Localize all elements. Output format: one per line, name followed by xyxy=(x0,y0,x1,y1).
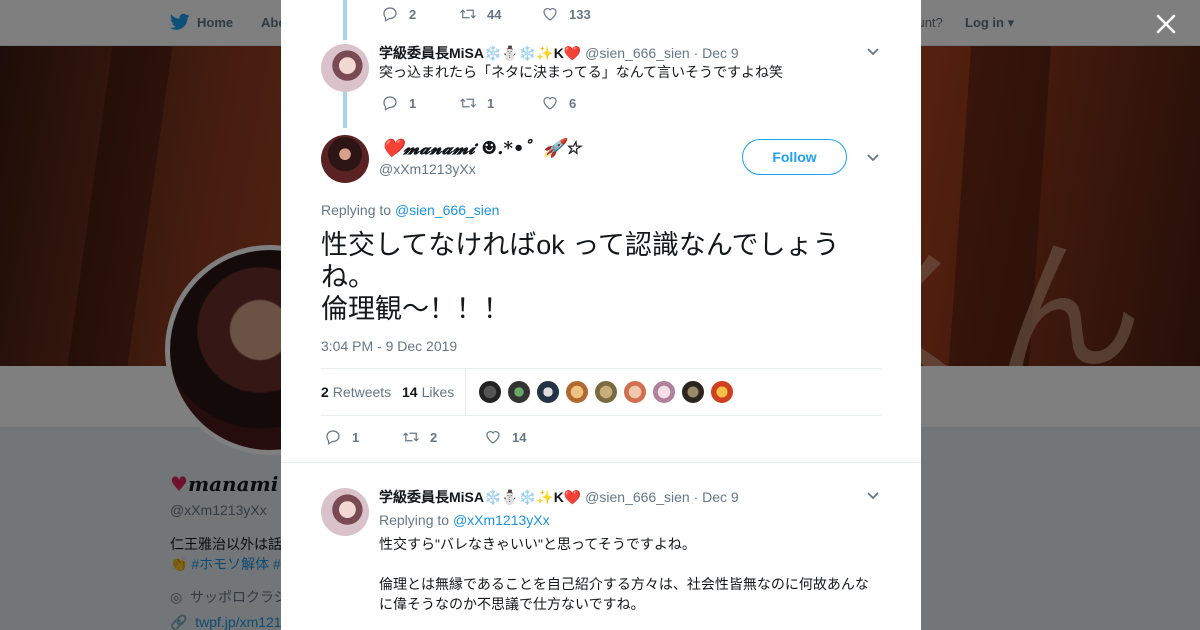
liker-avatar[interactable] xyxy=(565,380,589,404)
main-tweet-actions: 1 2 14 xyxy=(324,428,526,446)
like-button[interactable]: 133 xyxy=(541,5,591,23)
replying-to-link[interactable]: @xXm1213yXx xyxy=(453,512,550,528)
reply1-actions: 1 1 6 xyxy=(381,94,576,112)
like-button[interactable]: 6 xyxy=(541,94,576,112)
retweet-button[interactable]: 2 xyxy=(402,428,484,446)
liker-avatar[interactable] xyxy=(507,380,531,404)
liker-avatar[interactable] xyxy=(652,380,676,404)
like-button[interactable]: 14 xyxy=(484,428,526,446)
main-tweet-text: 性交してなければok って認識なんでしょう ね。 倫理観～！！！ xyxy=(321,230,840,324)
retweet-icon xyxy=(403,432,419,442)
main-author-handle[interactable]: @xXm1213yXx xyxy=(379,161,476,177)
tweet-modal: 2 44 133 学級委員長MiSA❄️⛄❄️✨K❤️ @sien_666_si… xyxy=(281,0,921,630)
reply1-author[interactable]: 学級委員長MiSA❄️⛄❄️✨K❤️ @sien_666_sien · Dec … xyxy=(379,43,739,63)
replying-to: Replying to @xXm1213yXx xyxy=(379,512,550,528)
reply-button[interactable]: 1 xyxy=(381,94,459,112)
chevron-down-icon[interactable] xyxy=(866,153,880,163)
reply-icon xyxy=(326,430,340,445)
thread-line xyxy=(343,0,347,40)
avatar[interactable] xyxy=(321,488,369,536)
stats-divider xyxy=(465,369,466,415)
retweet-button[interactable]: 1 xyxy=(459,94,541,112)
liker-avatar[interactable] xyxy=(536,380,560,404)
reply1-text: 突っ込まれたら「ネタに決まってる」なんて言いそうですよね笑 xyxy=(379,64,784,80)
tweet-stats: 2 Retweets 14 Likes xyxy=(321,368,881,416)
heart-icon xyxy=(543,8,557,21)
liker-avatar[interactable] xyxy=(710,380,734,404)
chevron-down-icon[interactable] xyxy=(866,491,880,501)
prev-tweet-actions: 2 44 133 xyxy=(381,5,591,23)
tweet-timestamp[interactable]: 3:04 PM - 9 Dec 2019 xyxy=(321,338,457,354)
retweet-button[interactable]: 44 xyxy=(459,5,541,23)
replying-to-link[interactable]: @sien_666_sien xyxy=(395,202,500,218)
avatar[interactable] xyxy=(321,44,369,92)
reply-button[interactable]: 2 xyxy=(381,5,459,23)
heart-icon xyxy=(486,431,500,444)
close-icon[interactable] xyxy=(1152,10,1180,38)
avatar[interactable] xyxy=(321,135,369,183)
main-author-name[interactable]: ❤️𝓶𝓪𝓷𝓪𝓶𝓲 ☻.*•゜🚀☆ xyxy=(381,134,581,160)
thread-line xyxy=(343,92,347,128)
chevron-down-icon[interactable] xyxy=(866,47,880,57)
retweet-icon xyxy=(460,98,476,108)
liker-avatar[interactable] xyxy=(594,380,618,404)
heart-icon xyxy=(543,97,557,110)
retweets-stat[interactable]: 2 Retweets xyxy=(321,384,391,400)
reply-icon xyxy=(383,7,397,22)
retweet-icon xyxy=(460,9,476,19)
liker-avatar[interactable] xyxy=(478,380,502,404)
replying-to: Replying to @sien_666_sien xyxy=(321,202,500,218)
reply-icon xyxy=(383,96,397,111)
reply2-text: 性交すら"バレなきゃいい"と思ってそうですよね。 倫理とは無縁であることを自己紹… xyxy=(379,536,869,612)
liker-avatar[interactable] xyxy=(681,380,705,404)
reply2-author[interactable]: 学級委員長MiSA❄️⛄❄️✨K❤️ @sien_666_sien · Dec … xyxy=(379,487,739,507)
reply-button[interactable]: 1 xyxy=(324,428,402,446)
divider xyxy=(281,462,921,463)
likes-stat[interactable]: 14 Likes xyxy=(402,384,454,400)
likers-avatars xyxy=(478,380,739,404)
follow-button[interactable]: Follow xyxy=(742,139,847,175)
liker-avatar[interactable] xyxy=(623,380,647,404)
